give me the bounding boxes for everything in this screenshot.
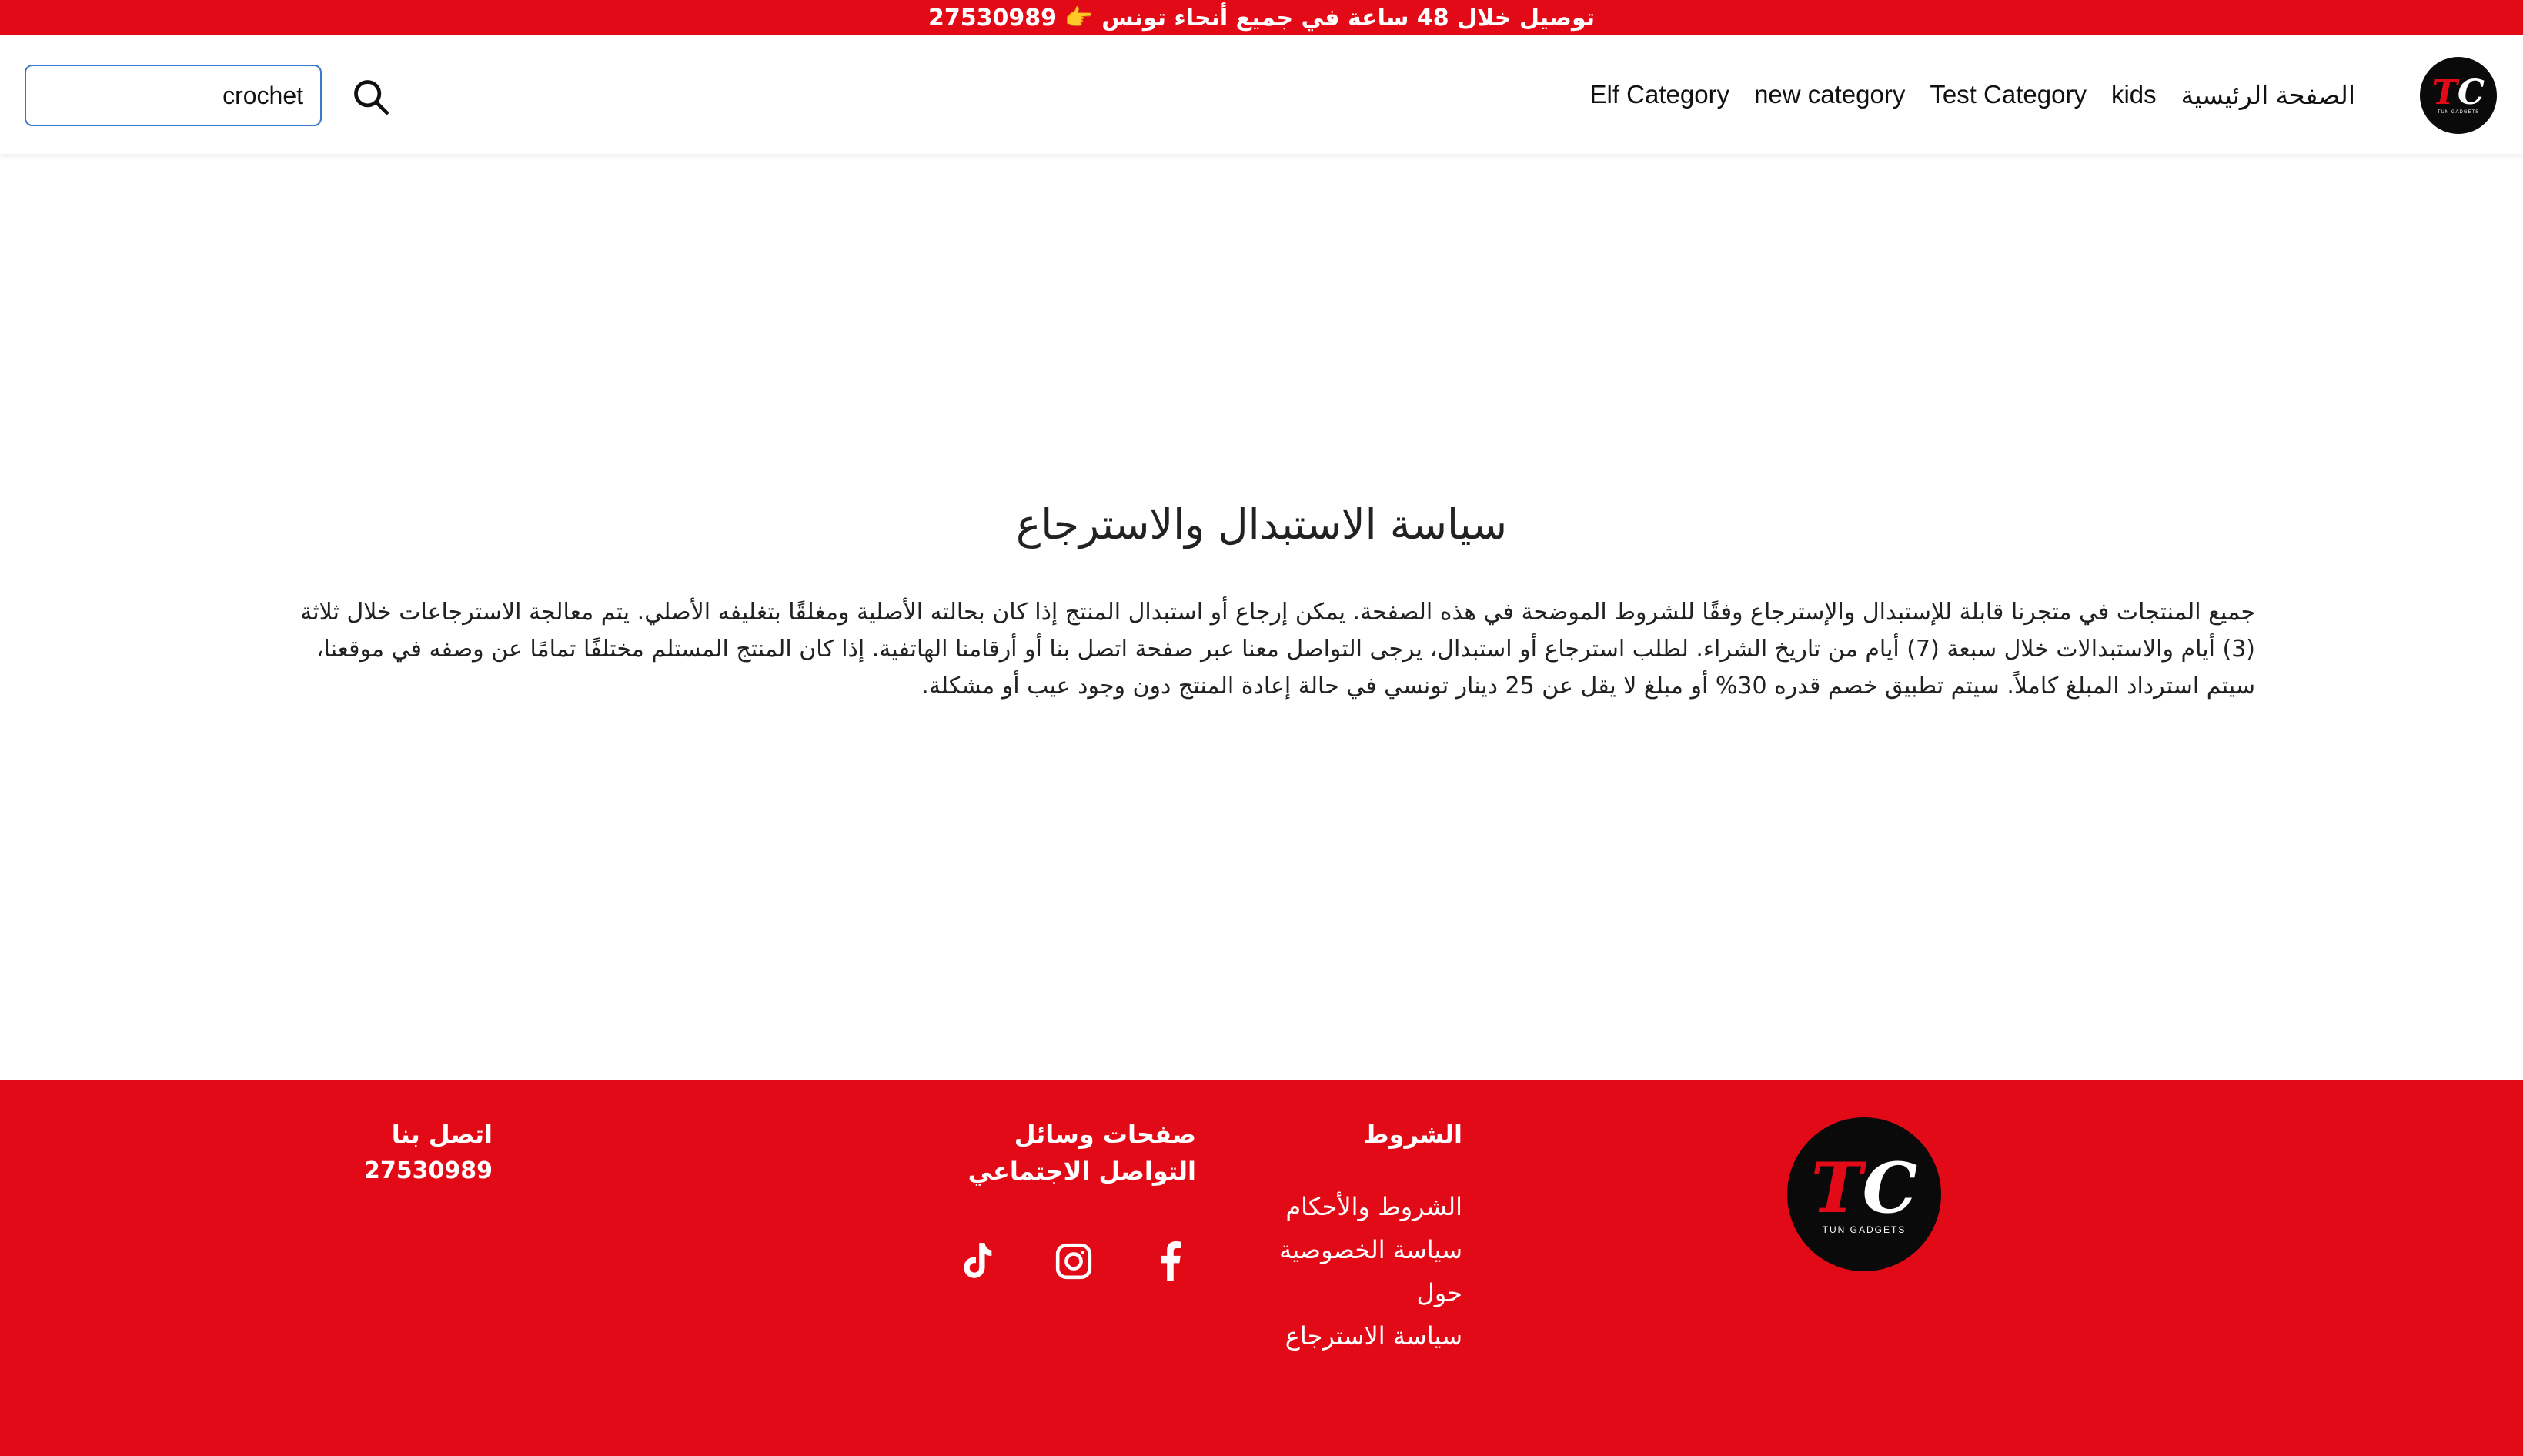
page-title: سياسة الاستبدال والاسترجاع xyxy=(1015,500,1507,549)
footer-link-about[interactable]: حول xyxy=(1416,1278,1462,1307)
facebook-link[interactable] xyxy=(1147,1238,1193,1284)
site-footer: TC TUN GADGETS الشروط الشروط والأحكام سي… xyxy=(0,1080,2523,1456)
site-logo[interactable]: TC TUN GADGETS xyxy=(2420,57,2497,134)
social-icons xyxy=(947,1234,1201,1288)
tiktok-icon xyxy=(964,1243,992,1278)
footer-terms-list: الشروط والأحكام سياسة الخصوصية حول سياسة… xyxy=(1231,1185,1462,1357)
logo-brand-text: TUN GADGETS xyxy=(2437,110,2480,115)
footer-contact-phone[interactable]: 27530989 xyxy=(262,1153,493,1190)
announcement-bar: توصيل خلال 48 ساعة في جميع أنحاء تونس 👉 … xyxy=(0,0,2523,35)
footer-social-heading: صفحات وسائل التواصل الاجتماعي xyxy=(967,1120,1196,1186)
nav-item-new-category[interactable]: new category xyxy=(1754,80,1905,109)
nav-item-elf-category[interactable]: Elf Category xyxy=(1589,80,1729,109)
search-input[interactable] xyxy=(25,65,322,126)
footer-link-privacy-policy[interactable]: سياسة الخصوصية xyxy=(1279,1235,1462,1264)
search-button[interactable] xyxy=(346,72,396,122)
nav-item-kids[interactable]: kids xyxy=(2111,80,2157,109)
instagram-icon xyxy=(1055,1243,1092,1280)
nav-item-home[interactable]: الصفحة الرئيسية xyxy=(2181,80,2355,110)
policy-text: جميع المنتجات في متجرنا قابلة للإستبدال … xyxy=(300,599,2255,700)
tiktok-link[interactable] xyxy=(954,1238,1001,1284)
facebook-icon xyxy=(1161,1241,1181,1281)
instagram-link[interactable] xyxy=(1051,1238,1097,1284)
announcement-text: توصيل خلال 48 ساعة في جميع أنحاء تونس 👉 … xyxy=(927,4,1596,32)
footer-terms-column: الشروط الشروط والأحكام سياسة الخصوصية حو… xyxy=(1231,1116,1462,1357)
footer-link-terms-conditions[interactable]: الشروط والأحكام xyxy=(1285,1192,1462,1221)
footer-contact-heading: اتصل بنا xyxy=(391,1120,493,1149)
main-nav: الصفحة الرئيسية kids Test Category new c… xyxy=(1586,71,2355,119)
footer-contact-column: اتصل بنا 27530989 xyxy=(262,1116,493,1190)
footer-link-return-policy[interactable]: سياسة الاسترجاع xyxy=(1285,1321,1462,1351)
footer-terms-heading: الشروط xyxy=(1363,1120,1462,1149)
footer-logo-brand-text: TUN GADGETS xyxy=(1822,1224,1906,1235)
search-icon xyxy=(354,80,389,115)
nav-item-test-category[interactable]: Test Category xyxy=(1930,80,2087,109)
footer-social-column: صفحات وسائل التواصل الاجتماعي xyxy=(924,1116,1196,1190)
site-header: الصفحة الرئيسية kids Test Category new c… xyxy=(0,35,2523,154)
footer-logo[interactable]: TC TUN GADGETS xyxy=(1787,1117,1941,1271)
